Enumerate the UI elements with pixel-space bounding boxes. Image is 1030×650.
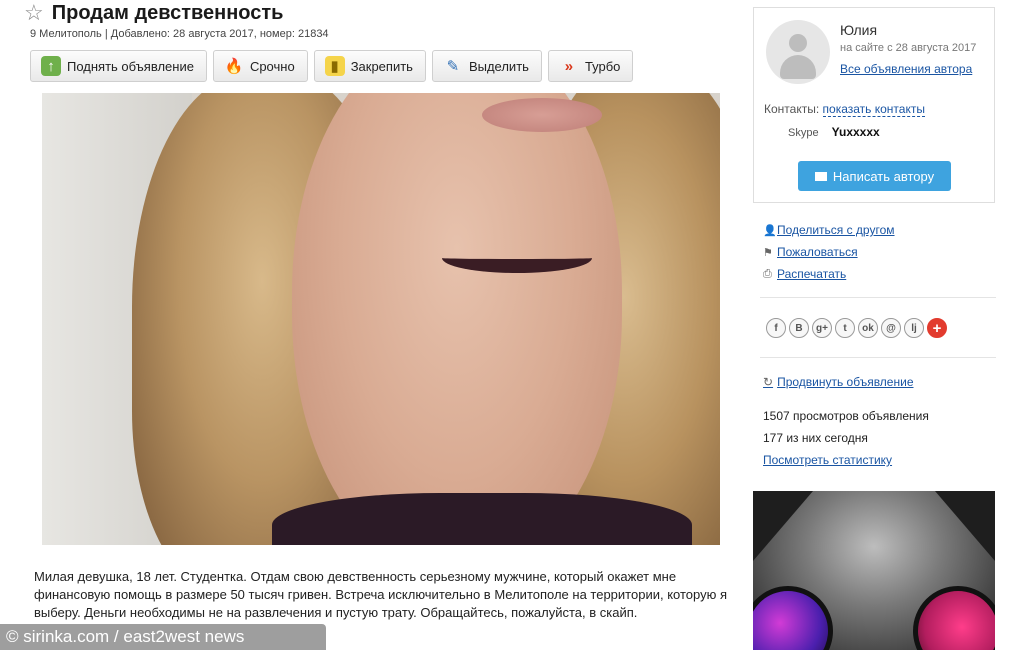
vkontakte-icon[interactable]: B xyxy=(789,318,809,338)
livejournal-icon[interactable]: lj xyxy=(904,318,924,338)
social-share-bar: f B g+ t ok @ lj + xyxy=(766,318,947,338)
avatar-body xyxy=(780,55,816,79)
page-title: Продам девственность xyxy=(51,1,284,24)
arrow-up-icon: ↑ xyxy=(41,56,61,76)
fire-icon: 🔥 xyxy=(224,58,244,75)
print-icon: ⎙ xyxy=(763,267,772,280)
raise-listing-label: Поднять объявление xyxy=(67,58,194,74)
envelope-icon xyxy=(814,171,827,181)
report-link-row[interactable]: ⚑ Пожаловаться xyxy=(763,241,895,263)
highlight-icon: ✎ xyxy=(446,58,460,75)
listing-photo[interactable] xyxy=(42,93,720,545)
avatar-head xyxy=(789,34,807,52)
photo-lips xyxy=(482,98,602,132)
divider xyxy=(760,297,996,298)
listing-links: 👤 Поделиться с другом ⚑ Пожаловаться ⎙ Р… xyxy=(763,219,895,285)
user-icon: 👤 xyxy=(763,224,777,237)
pin-icon: ▮ xyxy=(324,56,345,76)
skype-value: Yuxxxxx xyxy=(831,125,880,139)
write-author-label: Написать автору xyxy=(832,168,935,184)
action-toolbar: ↑ Поднять объявление 🔥 Срочно ▮ Закрепит… xyxy=(30,50,634,82)
pin-button[interactable]: ▮ Закрепить xyxy=(313,50,426,82)
print-link[interactable]: Распечатать xyxy=(777,267,846,281)
write-author-button[interactable]: Написать автору xyxy=(798,161,951,191)
google-plus-icon[interactable]: g+ xyxy=(812,318,832,338)
print-link-row[interactable]: ⎙ Распечатать xyxy=(763,263,895,285)
photo-choker xyxy=(442,243,592,273)
title-row: ☆ Продам девственность xyxy=(24,0,283,26)
highlight-button[interactable]: ✎ Выделить xyxy=(431,50,542,82)
facebook-icon[interactable]: f xyxy=(766,318,786,338)
mail-icon[interactable]: @ xyxy=(881,318,901,338)
author-since: на сайте с 28 августа 2017 xyxy=(840,42,977,54)
ad-shape-left xyxy=(753,491,813,561)
share-link[interactable]: Поделиться с другом xyxy=(777,223,895,237)
listing-description: Милая девушка, 18 лет. Студентка. Отдам … xyxy=(34,569,727,620)
urgent-label: Срочно xyxy=(249,58,295,74)
ad-shape-right xyxy=(935,491,995,561)
listing-meta: 9 Мелитополь | Добавлено: 28 августа 201… xyxy=(30,28,329,40)
photo-figure xyxy=(292,93,622,545)
report-link[interactable]: Пожаловаться xyxy=(777,245,858,259)
avatar xyxy=(766,20,830,84)
views-today: 177 из них сегодня xyxy=(763,431,868,445)
turbo-label: Турбо xyxy=(584,58,621,74)
photo-clothing xyxy=(272,493,692,545)
more-share-icon[interactable]: + xyxy=(927,318,947,338)
turbo-button[interactable]: » Турбо xyxy=(547,50,634,82)
pin-label: Закрепить xyxy=(350,58,413,74)
watermark: © sirinka.com / east2west news xyxy=(0,624,326,650)
ad-lens-right xyxy=(913,586,995,650)
skype-label: Skype xyxy=(788,127,819,139)
flag-icon: ⚑ xyxy=(763,246,773,259)
ad-lens-left xyxy=(753,586,833,650)
turbo-icon: » xyxy=(564,57,574,75)
ad-banner[interactable] xyxy=(753,491,995,650)
contacts-label: Контакты: xyxy=(764,102,820,116)
divider xyxy=(760,357,996,358)
star-icon[interactable]: ☆ xyxy=(24,2,44,24)
all-ads-link[interactable]: Все объявления автора xyxy=(840,62,972,76)
views-total: 1507 просмотров объявления xyxy=(763,409,929,423)
raise-listing-button[interactable]: ↑ Поднять объявление xyxy=(30,50,207,82)
urgent-button[interactable]: 🔥 Срочно xyxy=(212,50,308,82)
refresh-icon: ↻ xyxy=(763,375,774,389)
twitter-icon[interactable]: t xyxy=(835,318,855,338)
share-link-row[interactable]: 👤 Поделиться с другом xyxy=(763,219,895,241)
contacts-row: Контакты: показать контакты xyxy=(764,102,925,117)
promote-listing-link[interactable]: ↻ Продвинуть объявление xyxy=(763,375,914,389)
show-contacts-link[interactable]: показать контакты xyxy=(822,102,925,117)
promote-listing-label: Продвинуть объявление xyxy=(777,375,914,389)
author-name: Юлия xyxy=(840,22,878,38)
odnoklassniki-icon[interactable]: ok xyxy=(858,318,878,338)
view-stats-link[interactable]: Посмотреть статистику xyxy=(763,453,892,467)
highlight-label: Выделить xyxy=(468,58,529,74)
skype-row: Skype Yuxxxxx xyxy=(788,125,880,139)
author-card: Юлия на сайте с 28 августа 2017 Все объя… xyxy=(753,7,995,203)
